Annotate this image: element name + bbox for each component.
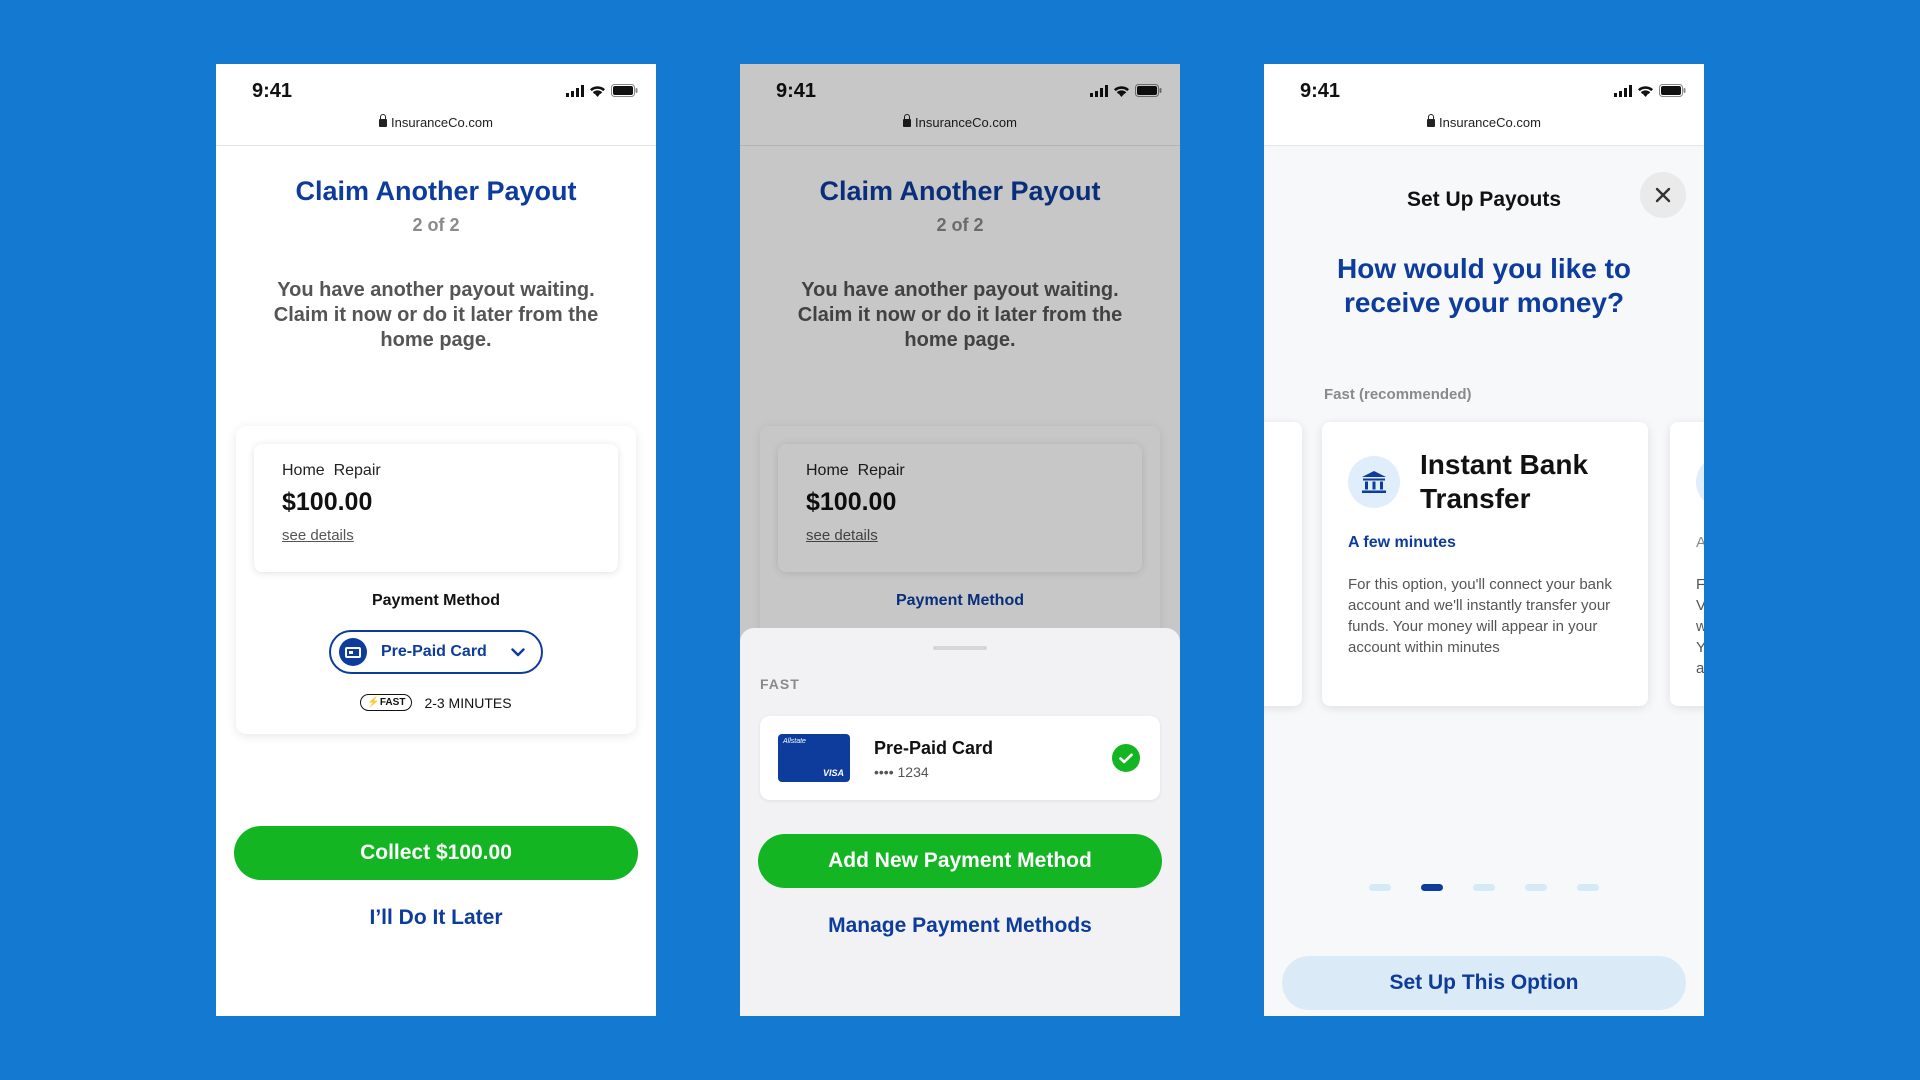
payment-method-label: Payment Method: [371, 592, 500, 609]
status-bar: 9:41 InsuranceCo.com: [740, 64, 1180, 146]
sheet-section-label: FAST: [760, 676, 800, 692]
status-icons: [566, 84, 638, 97]
card-network: VISA: [822, 768, 844, 778]
carousel-dot[interactable]: [1525, 884, 1547, 891]
carousel-dot[interactable]: [1577, 884, 1599, 891]
collect-button[interactable]: Collect $100.00: [234, 826, 638, 880]
lock-icon: [1427, 114, 1436, 127]
card-name: Pre-Paid Card: [874, 738, 994, 758]
signal-icon: [566, 84, 584, 97]
card-icon: [339, 638, 367, 666]
option-card-previous[interactable]: o: [1264, 422, 1302, 706]
option-speed: A few minutes: [1348, 534, 1456, 551]
address-bar[interactable]: InsuranceCo.com: [740, 114, 1180, 130]
url-text: InsuranceCo.com: [915, 115, 1017, 130]
option-name: Instant Bank Transfer: [1420, 449, 1589, 514]
carousel-pagination[interactable]: [1264, 884, 1704, 891]
card-brand: Allstate: [783, 738, 806, 745]
lock-icon: [379, 114, 388, 127]
payment-method-label: Payment Method: [895, 592, 1024, 609]
phone-setup-payouts: 9:41 InsuranceCo.com Set Up Payouts How …: [1264, 64, 1704, 1016]
battery-icon: [611, 84, 638, 97]
setup-content: Set Up Payouts How would you like to rec…: [1264, 146, 1704, 1016]
url-text: InsuranceCo.com: [1439, 115, 1541, 130]
see-details-link: see details: [806, 527, 878, 544]
peek-letter: Y: [1696, 639, 1704, 656]
page-title: Set Up Payouts: [1406, 188, 1562, 211]
selected-method: Pre-Paid Card: [381, 643, 487, 660]
phone-claim-payout: 9:41 InsuranceCo.com Claim Another Payou…: [216, 64, 656, 1016]
payout-card: Home Repair $100.00 see details Payment …: [236, 426, 636, 734]
status-time: 9:41: [1300, 80, 1341, 102]
battery-icon: [1135, 84, 1162, 97]
peek-description: F V w Y a: [1696, 574, 1704, 679]
signal-icon: [1090, 84, 1108, 97]
status-bar: 9:41 InsuranceCo.com: [216, 64, 656, 146]
option-category-label: Fast (recommended): [1324, 386, 1472, 403]
option-icon: [1696, 456, 1704, 508]
payout-category: Home Repair: [282, 462, 381, 479]
address-bar[interactable]: InsuranceCo.com: [1264, 114, 1704, 130]
bank-icon: [1348, 456, 1400, 508]
peek-letter: V: [1696, 597, 1704, 614]
page-title: Claim Another Payout: [295, 176, 577, 206]
battery-icon: [1659, 84, 1686, 97]
signal-icon: [1614, 84, 1632, 97]
status-bar: 9:41 InsuranceCo.com: [1264, 64, 1704, 146]
option-card-instant-bank-transfer[interactable]: Instant Bank Transfer A few minutes For …: [1322, 422, 1648, 706]
fast-badge-text: FAST: [379, 697, 406, 708]
wifi-icon: [1114, 85, 1129, 97]
chevron-down-icon: [511, 647, 525, 656]
address-bar[interactable]: InsuranceCo.com: [216, 114, 656, 130]
carousel-dot[interactable]: [1369, 884, 1391, 891]
phone-payment-sheet: 9:41 InsuranceCo.com Claim Another Payou…: [740, 64, 1180, 1016]
status-time: 9:41: [776, 80, 817, 102]
step-indicator: 2 of 2: [936, 215, 984, 235]
payout-amount: $100.00: [806, 488, 897, 516]
eta-text: 2-3 MINUTES: [424, 694, 512, 711]
payment-method-row[interactable]: Allstate VISA Pre-Paid Card •••• 1234: [760, 716, 1160, 800]
checkmark-icon: [1112, 744, 1140, 772]
add-payment-method-button[interactable]: Add New Payment Method: [758, 834, 1162, 888]
wifi-icon: [1638, 85, 1653, 97]
peek-letter: a: [1696, 660, 1704, 677]
peek-letter: w: [1696, 618, 1704, 635]
step-indicator: 2 of 2: [412, 215, 460, 235]
payout-message: You have another payout waiting. Claim i…: [797, 279, 1123, 351]
wifi-icon: [590, 85, 605, 97]
speed-info: ⚡FAST 2-3 MINUTES: [236, 694, 636, 711]
peek-text: A: [1696, 534, 1704, 551]
payout-category: Home Repair: [806, 462, 905, 479]
fast-badge: ⚡FAST: [360, 694, 413, 711]
payment-method-select[interactable]: Pre-Paid Card: [329, 630, 543, 674]
manage-payment-methods-link[interactable]: Manage Payment Methods: [740, 914, 1180, 938]
status-time: 9:41: [252, 80, 293, 102]
peek-letter: F: [1696, 576, 1704, 593]
close-icon: [1655, 187, 1671, 203]
payout-question: How would you like to receive your money…: [1337, 253, 1631, 318]
claim-content: Claim Another Payout 2 of 2 You have ano…: [216, 176, 656, 1016]
option-card-next[interactable]: A F V w Y a: [1670, 422, 1704, 706]
payout-amount: $100.00: [282, 488, 373, 516]
url-text: InsuranceCo.com: [391, 115, 493, 130]
payment-bottom-sheet: FAST Allstate VISA Pre-Paid Card •••• 12…: [740, 628, 1180, 1016]
carousel-dot[interactable]: [1421, 884, 1443, 891]
card-number: •••• 1234: [874, 764, 929, 780]
carousel-dot[interactable]: [1473, 884, 1495, 891]
page-title: Claim Another Payout: [819, 176, 1101, 206]
payout-message: You have another payout waiting. Claim i…: [273, 279, 599, 351]
lock-icon: [903, 114, 912, 127]
sheet-drag-handle[interactable]: [933, 646, 987, 650]
payout-summary: Home Repair $100.00 see details: [254, 444, 618, 572]
option-description: For this option, you'll connect your ban…: [1348, 576, 1612, 656]
status-icons: [1090, 84, 1162, 97]
set-up-option-button[interactable]: Set Up This Option: [1282, 956, 1686, 1010]
do-it-later-link[interactable]: I’ll Do It Later: [216, 906, 656, 930]
see-details-link[interactable]: see details: [282, 527, 354, 544]
status-icons: [1614, 84, 1686, 97]
close-button[interactable]: [1640, 172, 1686, 218]
payout-summary: Home Repair $100.00 see details: [778, 444, 1142, 572]
card-thumbnail: Allstate VISA: [778, 734, 850, 782]
